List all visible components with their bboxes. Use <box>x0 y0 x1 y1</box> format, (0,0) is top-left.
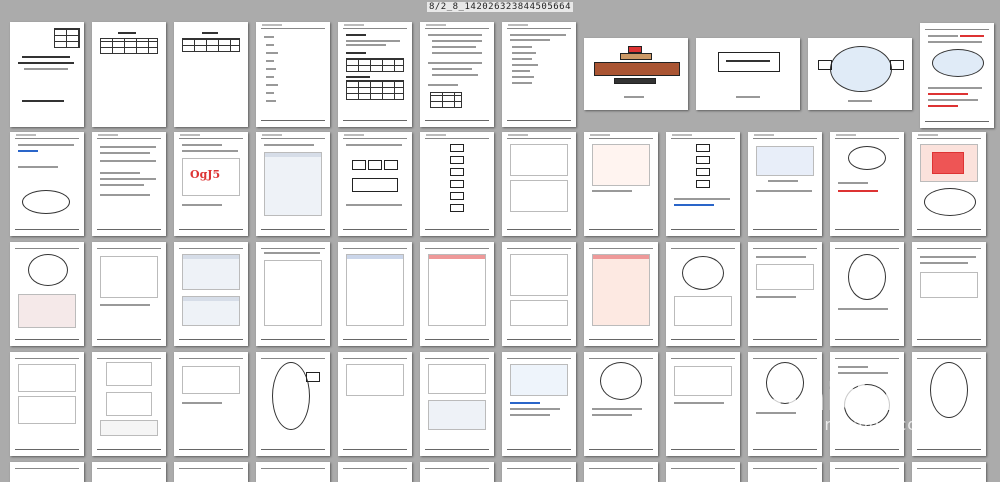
page-thumbnail[interactable] <box>92 352 166 456</box>
page-thumbnail[interactable] <box>584 242 658 346</box>
page-thumbnail[interactable] <box>420 22 494 127</box>
page-thumbnail[interactable] <box>502 242 576 346</box>
page-thumbnail-landscape[interactable] <box>584 38 688 110</box>
page-thumbnail[interactable] <box>338 132 412 236</box>
page-thumbnail[interactable] <box>338 22 412 127</box>
page-thumbnail[interactable] <box>748 462 822 482</box>
page-thumbnail[interactable] <box>92 242 166 346</box>
page-thumbnail-landscape[interactable] <box>696 38 800 110</box>
page-thumbnail[interactable] <box>256 242 330 346</box>
page-thumbnail[interactable] <box>420 132 494 236</box>
page-thumbnail[interactable] <box>912 242 986 346</box>
document-id: 8/2_8_142026323844505664 <box>426 2 574 12</box>
watermark-brand: Baidu <box>770 375 897 419</box>
page-thumbnail[interactable] <box>10 462 84 482</box>
page-thumbnail[interactable] <box>666 352 740 456</box>
cover-red-title: OgJ5 <box>190 168 221 181</box>
page-thumbnail[interactable] <box>338 352 412 456</box>
page-thumbnail[interactable] <box>338 462 412 482</box>
page-thumbnail[interactable] <box>174 462 248 482</box>
page-thumbnail[interactable] <box>502 462 576 482</box>
page-thumbnail[interactable] <box>584 352 658 456</box>
page-thumbnail[interactable] <box>502 352 576 456</box>
page-thumbnail[interactable] <box>830 462 904 482</box>
page-thumbnail[interactable]: OgJ5 <box>174 132 248 236</box>
page-thumbnail[interactable] <box>10 22 84 127</box>
page-thumbnail[interactable] <box>92 132 166 236</box>
page-thumbnail[interactable] <box>666 242 740 346</box>
page-thumbnail[interactable] <box>912 132 986 236</box>
thumbnail-row-5 <box>10 462 986 482</box>
page-thumbnail[interactable] <box>256 462 330 482</box>
page-thumbnail[interactable] <box>420 462 494 482</box>
baidu-watermark: Baidu jingyan.baidu.com <box>770 375 935 434</box>
page-thumbnail[interactable] <box>920 23 994 128</box>
page-thumbnail[interactable] <box>338 242 412 346</box>
page-thumbnail[interactable] <box>256 132 330 236</box>
page-thumbnail[interactable] <box>748 242 822 346</box>
page-thumbnail[interactable] <box>584 462 658 482</box>
page-thumbnail[interactable] <box>10 132 84 236</box>
page-thumbnail[interactable] <box>502 22 576 127</box>
page-thumbnail[interactable] <box>666 132 740 236</box>
page-thumbnail[interactable] <box>502 132 576 236</box>
page-thumbnail[interactable] <box>174 22 248 127</box>
page-thumbnail[interactable] <box>92 462 166 482</box>
page-thumbnail[interactable] <box>420 352 494 456</box>
page-thumbnail[interactable] <box>256 352 330 456</box>
page-thumbnail[interactable] <box>830 242 904 346</box>
page-thumbnail[interactable] <box>748 132 822 236</box>
thumbnail-row-2: OgJ5 <box>10 132 986 236</box>
document-id-header: 8/2_8_142026323844505664 <box>0 0 1000 14</box>
page-thumbnail[interactable] <box>174 352 248 456</box>
page-thumbnail[interactable] <box>584 132 658 236</box>
watermark-sub: jingyan.baidu.com <box>770 415 935 434</box>
thumbnail-row-3 <box>10 242 986 346</box>
page-thumbnail[interactable] <box>256 22 330 127</box>
page-thumbnail[interactable] <box>666 462 740 482</box>
page-thumbnail[interactable] <box>92 22 166 127</box>
page-thumbnail[interactable] <box>912 462 986 482</box>
page-thumbnail[interactable] <box>420 242 494 346</box>
thumbnail-row-1 <box>10 22 994 128</box>
page-thumbnail[interactable] <box>174 242 248 346</box>
page-thumbnail[interactable] <box>10 352 84 456</box>
page-thumbnail[interactable] <box>10 242 84 346</box>
page-thumbnail[interactable] <box>830 132 904 236</box>
page-thumbnail-landscape[interactable] <box>808 38 912 110</box>
